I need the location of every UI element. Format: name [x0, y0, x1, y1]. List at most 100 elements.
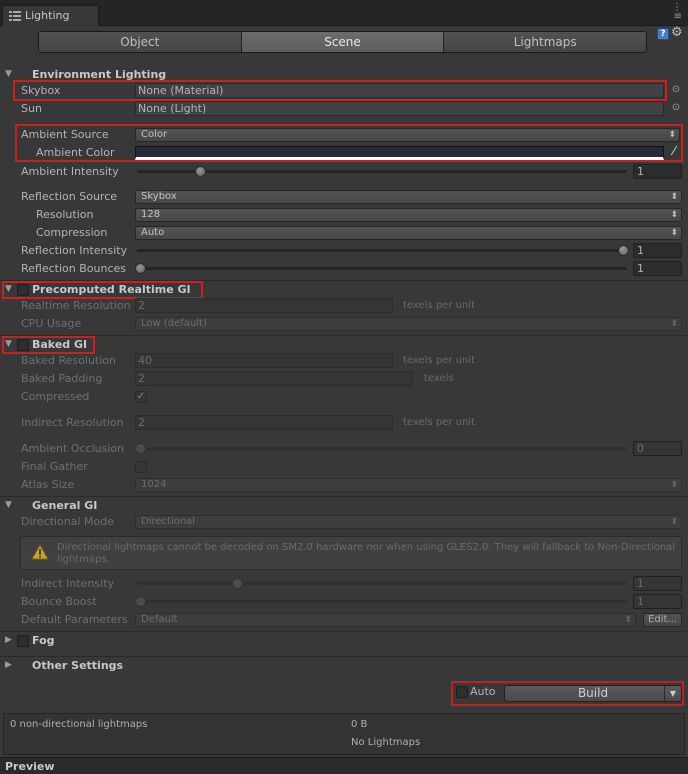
bounce-boost-slider[interactable]	[137, 600, 627, 603]
realtime-resolution-unit: texels per unit	[403, 300, 475, 311]
directional-mode-row: Directional Mode Directional	[0, 513, 688, 531]
preview-bar[interactable]: Preview	[0, 757, 688, 774]
indirect-intensity-slider[interactable]	[137, 582, 627, 585]
realtime-resolution-row: Realtime Resolution 2 texels per unit	[0, 297, 688, 315]
lightmaps-count: 0 non-directional lightmaps	[10, 719, 148, 730]
skybox-row: Skybox None (Material) ⊙	[0, 82, 688, 100]
ambient-intensity-thumb[interactable]	[195, 166, 207, 177]
reflection-bounces-value[interactable]: 1	[633, 261, 682, 276]
ambient-occlusion-row: Ambient Occlusion 0	[0, 440, 688, 458]
compressed-checkbox[interactable]: ✓	[135, 391, 147, 403]
gear-icon[interactable]: ⚙	[671, 25, 683, 40]
build-dropdown-chevron-icon[interactable]: ▼	[664, 686, 681, 701]
preview-title: Preview	[5, 760, 55, 773]
ambient-intensity-label: Ambient Intensity	[21, 165, 119, 178]
section-other-settings[interactable]: ▶ Other Settings	[0, 656, 688, 674]
object-picker-icon[interactable]: ⊙	[670, 84, 682, 96]
tab-object[interactable]: Object	[39, 32, 242, 52]
ambient-source-label: Ambient Source	[21, 128, 109, 141]
collapsed-arrow-icon[interactable]: ▶	[5, 635, 12, 645]
ambient-source-dropdown[interactable]: Color	[135, 128, 680, 142]
reflection-intensity-slider[interactable]	[137, 249, 627, 252]
warning-text: Directional lightmaps cannot be decoded …	[57, 542, 676, 565]
baked-resolution-field[interactable]: 40	[135, 353, 393, 368]
precomputed-realtime-checkbox[interactable]	[17, 284, 29, 296]
reflection-intensity-row: Reflection Intensity 1	[0, 242, 688, 260]
reflection-source-label: Reflection Source	[21, 190, 118, 203]
directional-mode-dropdown[interactable]: Directional	[135, 515, 682, 529]
realtime-resolution-label: Realtime Resolution	[21, 299, 131, 312]
section-precomputed-realtime-gi[interactable]: ▼ Precomputed Realtime GI	[0, 280, 688, 298]
sun-label: Sun	[21, 102, 42, 115]
indirect-intensity-thumb[interactable]	[231, 578, 243, 589]
expanded-arrow-icon[interactable]: ▼	[5, 500, 12, 510]
atlas-size-label: Atlas Size	[21, 478, 75, 491]
indirect-intensity-value[interactable]: 1	[633, 576, 682, 591]
section-title: Fog	[32, 634, 55, 647]
fog-checkbox[interactable]	[17, 635, 29, 647]
section-fog[interactable]: ▶ Fog	[0, 631, 688, 649]
ambient-color-swatch[interactable]	[135, 146, 664, 160]
reflection-source-row: Reflection Source Skybox	[0, 188, 688, 206]
lightmaps-status: No Lightmaps	[351, 737, 421, 748]
help-book-icon[interactable]: ?	[657, 28, 669, 40]
auto-label: Auto	[470, 685, 496, 698]
baked-padding-field[interactable]: 2	[135, 371, 413, 386]
edit-parameters-button[interactable]: Edit...	[643, 613, 682, 627]
ambient-intensity-slider[interactable]	[137, 170, 627, 173]
window-menu-icon[interactable]: ⋮ ≡	[672, 3, 682, 22]
lightmaps-size: 0 B	[351, 719, 368, 730]
section-baked-gi[interactable]: ▼ Baked GI	[0, 335, 688, 353]
bounce-boost-label: Bounce Boost	[21, 595, 97, 608]
baked-gi-checkbox[interactable]	[17, 339, 29, 351]
collapsed-arrow-icon[interactable]: ▶	[5, 660, 12, 670]
realtime-resolution-field[interactable]: 2	[135, 298, 393, 313]
reflection-intensity-value[interactable]: 1	[633, 243, 682, 258]
expanded-arrow-icon[interactable]: ▼	[5, 69, 12, 79]
compression-dropdown[interactable]: Auto	[135, 226, 682, 240]
expanded-arrow-icon[interactable]: ▼	[5, 284, 12, 294]
final-gather-checkbox[interactable]	[135, 461, 147, 473]
reflection-intensity-thumb[interactable]	[618, 245, 629, 256]
ambient-occlusion-slider[interactable]	[137, 447, 627, 450]
cpu-usage-row: CPU Usage Low (default)	[0, 315, 688, 333]
ambient-color-row: Ambient Color ⁄	[0, 144, 688, 162]
skybox-label: Skybox	[21, 84, 61, 97]
indirect-resolution-field[interactable]: 2	[135, 415, 393, 430]
ambient-occlusion-thumb[interactable]	[135, 443, 146, 454]
indirect-intensity-row: Indirect Intensity 1	[0, 575, 688, 593]
default-parameters-dropdown[interactable]: Default	[135, 613, 636, 627]
ambient-occlusion-value[interactable]: 0	[633, 441, 682, 456]
indirect-resolution-label: Indirect Resolution	[21, 416, 124, 429]
expanded-arrow-icon[interactable]: ▼	[5, 339, 12, 349]
ambient-occlusion-label: Ambient Occlusion	[21, 442, 125, 455]
atlas-size-dropdown[interactable]: 1024	[135, 478, 682, 492]
section-general-gi[interactable]: ▼ General GI	[0, 496, 688, 514]
cpu-usage-label: CPU Usage	[21, 317, 82, 330]
eyedropper-icon[interactable]: ⁄	[668, 145, 680, 157]
section-title: General GI	[32, 499, 98, 512]
default-parameters-label: Default Parameters	[21, 613, 128, 626]
indirect-resolution-unit: texels per unit	[403, 417, 475, 428]
section-title: Environment Lighting	[32, 68, 167, 81]
sun-field[interactable]: None (Light)	[135, 101, 664, 116]
build-button[interactable]: Build	[504, 685, 682, 702]
skybox-field[interactable]: None (Material)	[135, 83, 664, 98]
resolution-label: Resolution	[36, 208, 94, 221]
ambient-intensity-value[interactable]: 1	[633, 164, 682, 179]
tab-lightmaps[interactable]: Lightmaps	[444, 32, 646, 52]
indirect-resolution-row: Indirect Resolution 2 texels per unit	[0, 414, 688, 432]
bounce-boost-value[interactable]: 1	[633, 594, 682, 609]
reflection-bounces-slider[interactable]	[137, 267, 627, 270]
cpu-usage-dropdown[interactable]: Low (default)	[135, 317, 682, 331]
bounce-boost-thumb[interactable]	[135, 596, 146, 607]
baked-resolution-unit: texels per unit	[403, 355, 475, 366]
auto-build-checkbox[interactable]	[456, 686, 468, 698]
reflection-source-dropdown[interactable]: Skybox	[135, 190, 682, 204]
reflection-bounces-thumb[interactable]	[135, 263, 146, 274]
lighting-window-tab[interactable]: Lighting	[2, 5, 99, 26]
resolution-dropdown[interactable]: 128	[135, 208, 682, 222]
object-picker-icon[interactable]: ⊙	[670, 102, 682, 114]
tab-scene[interactable]: Scene	[241, 32, 445, 52]
reflection-bounces-row: Reflection Bounces 1	[0, 260, 688, 278]
